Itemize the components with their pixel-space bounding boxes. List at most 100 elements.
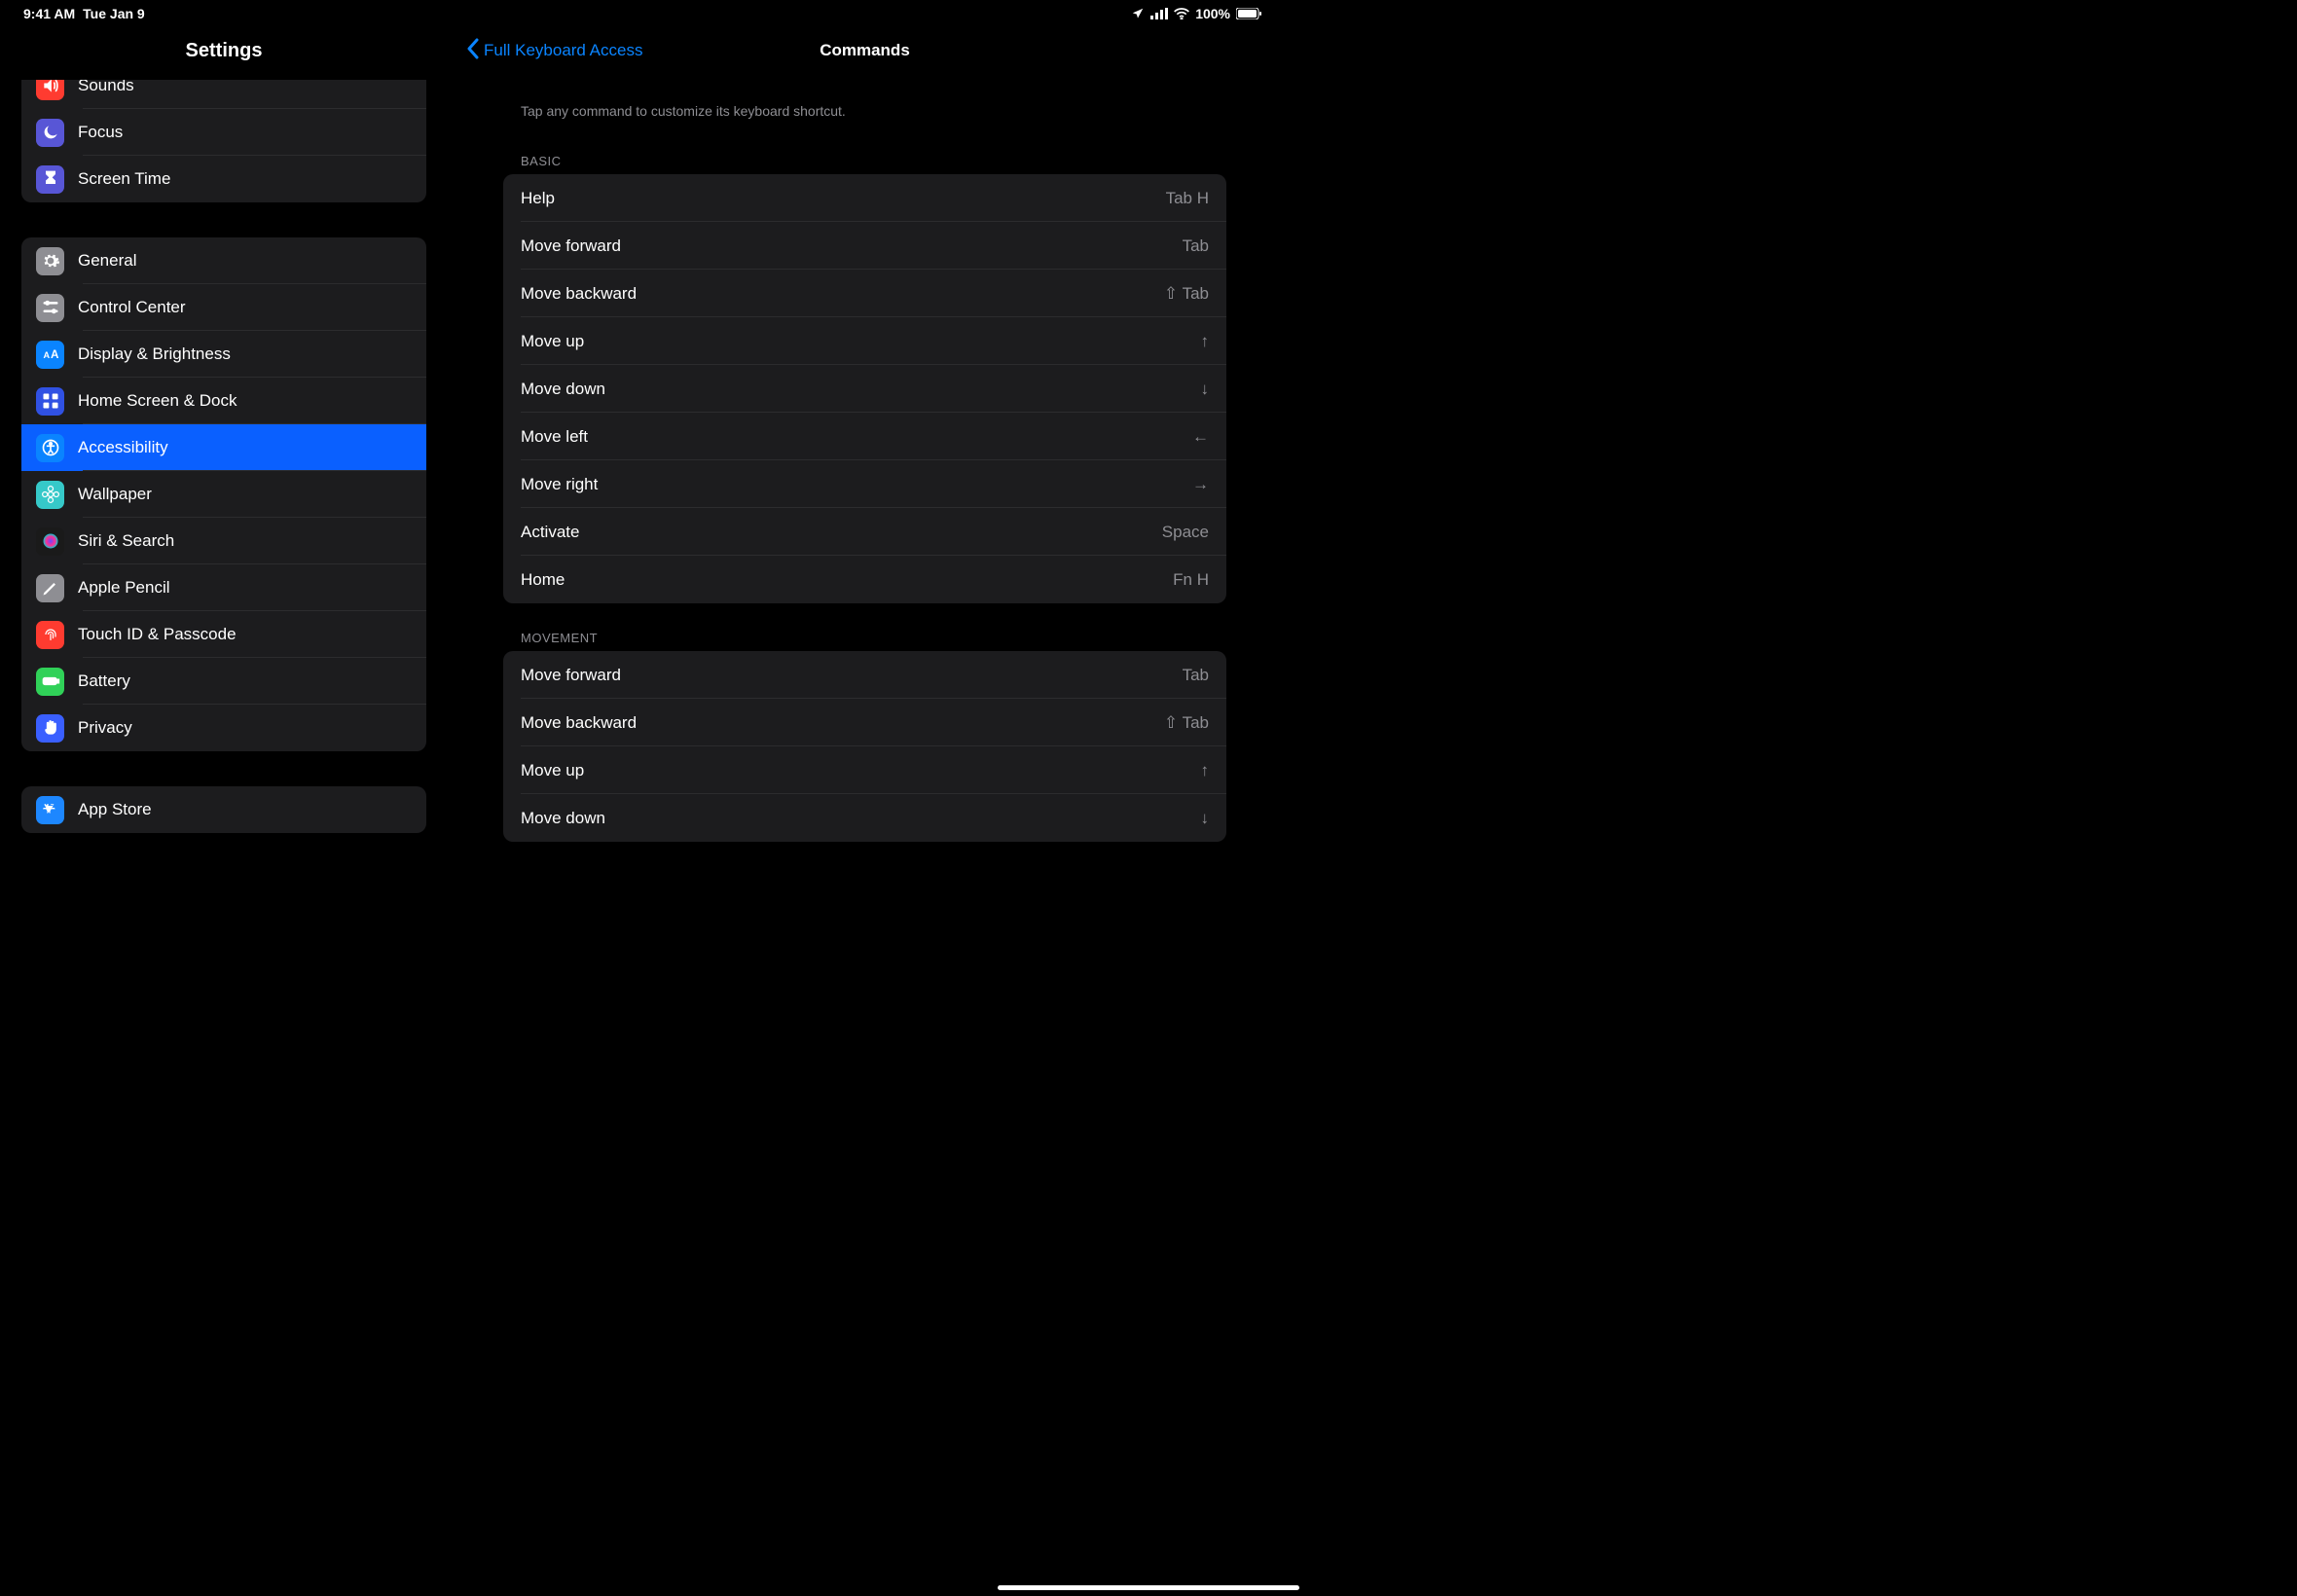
command-shortcut: ⇧ Tab [1164,713,1209,733]
sidebar-item-privacy[interactable]: Privacy [21,705,426,751]
sidebar-title: Settings [0,21,448,80]
command-label: Move left [521,427,588,447]
command-shortcut: ← [1192,427,1209,447]
command-group: Move forward Tab Move backward ⇧ Tab Move up… [503,651,1226,842]
gear-icon [36,247,64,275]
command-label: Move up [521,761,584,780]
sidebar-item-label: Siri & Search [78,531,174,551]
command-row-move-forward[interactable]: Move forward Tab [503,222,1226,270]
sidebar-item-label: Apple Pencil [78,578,170,598]
back-label: Full Keyboard Access [484,41,642,60]
sidebar-item-label: App Store [78,800,152,819]
command-label: Move up [521,332,584,351]
command-shortcut: Tab [1183,666,1209,685]
sidebar-item-home-screen-dock[interactable]: Home Screen & Dock [21,378,426,424]
command-shortcut: Tab [1183,236,1209,256]
command-shortcut: → [1192,475,1209,494]
command-label: Move right [521,475,598,494]
location-icon [1131,7,1145,20]
hand-icon [36,714,64,743]
sidebar-item-label: Screen Time [78,169,170,189]
command-shortcut: Space [1162,523,1209,542]
detail-pane: Full Keyboard Access Commands Tap any co… [449,21,1281,889]
command-shortcut: ⇧ Tab [1164,284,1209,304]
detail-subtitle: Tap any command to customize its keyboar… [503,80,1226,127]
command-row-move-down[interactable]: Move down ↓ [503,365,1226,413]
moon-icon [36,119,64,147]
command-row-help[interactable]: Help Tab H [503,174,1226,222]
sidebar-item-focus[interactable]: Focus [21,109,426,156]
status-bar: 9:41 AM Tue Jan 9 100% [0,0,1281,21]
command-shortcut: ↓ [1201,380,1210,399]
sidebar-item-accessibility[interactable]: Accessibility [21,424,426,471]
command-label: Move down [521,809,605,828]
command-row-move-up[interactable]: Move up ↑ [503,746,1226,794]
sidebar-item-display-brightness[interactable]: AA Display & Brightness [21,331,426,378]
command-label: Activate [521,523,579,542]
access-icon [36,434,64,462]
command-shortcut: ↑ [1201,332,1210,351]
command-row-home[interactable]: Home Fn H [503,556,1226,603]
sidebar-group: General Control Center AA Display & Brightn… [21,237,426,751]
command-label: Home [521,570,565,590]
sidebar-item-label: Privacy [78,718,132,738]
command-row-move-forward[interactable]: Move forward Tab [503,651,1226,699]
command-label: Help [521,189,555,208]
command-row-move-backward[interactable]: Move backward ⇧ Tab [503,270,1226,317]
finger-icon [36,621,64,649]
grid-icon [36,387,64,416]
command-row-move-down[interactable]: Move down↓ [503,794,1226,842]
command-row-move-up[interactable]: Move up ↑ [503,317,1226,365]
flower-icon [36,481,64,509]
command-group: Help Tab H Move forward Tab Move backward ⇧ T… [503,174,1226,603]
sidebar-item-battery[interactable]: Battery [21,658,426,705]
sidebar-item-label: Battery [78,671,130,691]
sidebar-item-label: Home Screen & Dock [78,391,237,411]
pencil-icon [36,574,64,602]
command-row-move-left[interactable]: Move left ← [503,413,1226,460]
cellular-icon [1150,8,1168,19]
home-indicator[interactable] [998,1585,1299,1590]
sidebar-item-siri-search[interactable]: Siri & Search [21,518,426,564]
sidebar-group: Sounds Focus Screen Time [21,80,426,202]
sidebar-item-wallpaper[interactable]: Wallpaper [21,471,426,518]
sidebar-item-label: Sounds [78,80,134,95]
sidebar-item-general[interactable]: General [21,237,426,284]
command-label: Move forward [521,666,621,685]
back-button[interactable]: Full Keyboard Access [466,38,642,64]
chevron-left-icon [466,38,480,64]
command-shortcut: Fn H [1173,570,1209,590]
sidebar-item-label: General [78,251,136,271]
command-row-move-backward[interactable]: Move backward ⇧ Tab [503,699,1226,746]
sidebar-item-label: Accessibility [78,438,168,457]
speaker-icon [36,80,64,100]
command-label: Move backward [521,713,637,733]
sidebar-item-label: Display & Brightness [78,345,231,364]
sidebar-group: App Store [21,786,426,833]
sidebar-item-apple-pencil[interactable]: Apple Pencil [21,564,426,611]
svg-text:A: A [51,348,59,361]
sidebar-item-sounds[interactable]: Sounds [21,80,426,109]
command-shortcut: Tab H [1166,189,1209,208]
command-row-move-right[interactable]: Move right → [503,460,1226,508]
command-label: Move down [521,380,605,399]
command-row-activate[interactable]: Activate Space [503,508,1226,556]
sidebar-item-control-center[interactable]: Control Center [21,284,426,331]
command-label: Move backward [521,284,637,304]
sidebar-item-app-store[interactable]: App Store [21,786,426,833]
sidebar-item-screen-time[interactable]: Screen Time [21,156,426,202]
svg-text:A: A [43,350,50,360]
hourglass-icon [36,165,64,194]
status-date: Tue Jan 9 [83,6,145,21]
battery-icon [36,668,64,696]
siri-icon [36,527,64,556]
sidebar-item-label: Control Center [78,298,186,317]
sidebar-item-label: Focus [78,123,123,142]
command-shortcut: ↑ [1201,761,1210,780]
battery-icon [1236,8,1261,19]
sidebar-item-touch-id-passcode[interactable]: Touch ID & Passcode [21,611,426,658]
command-label: Move forward [521,236,621,256]
battery-percent: 100% [1195,6,1230,21]
section-header: MOVEMENT [503,603,1226,651]
wifi-icon [1174,8,1189,19]
